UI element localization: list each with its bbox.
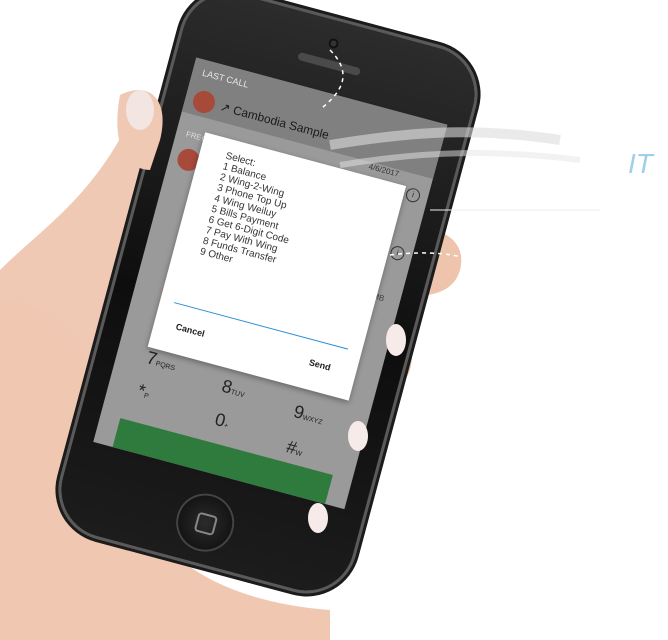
overlay-text: IT [628,148,653,179]
motion-swoosh [319,49,600,261]
photo-scene: LAST CALL ↗ Cambodia Sample FREQ 4/6/201… [0,0,668,640]
